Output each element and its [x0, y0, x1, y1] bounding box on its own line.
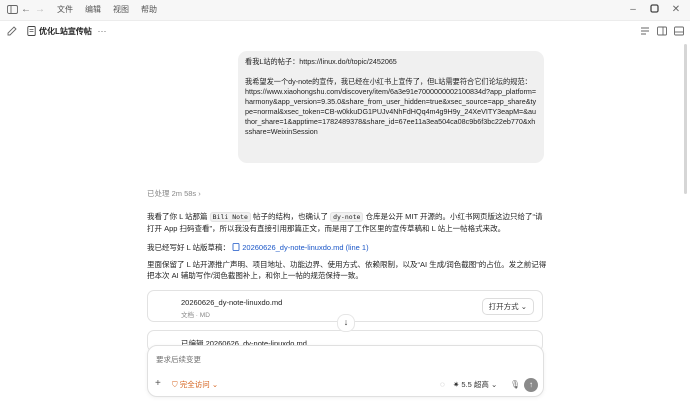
close-icon[interactable]: ✕: [670, 4, 682, 16]
access-label: 完全访问: [179, 380, 210, 389]
chevron-down-icon: ⌄: [520, 302, 527, 311]
more-options-icon[interactable]: ···: [96, 25, 108, 37]
file-link[interactable]: 20260626_dy-note-linuxdo.md (line 1): [242, 243, 368, 252]
assistant-paragraph: 我看了你 L 站那篇 Bili Note 帖子的结构，也确认了 dy-note …: [147, 211, 547, 234]
file-name: 20260626_dy-note-linuxdo.md: [181, 298, 283, 307]
user-message-line: 我希望发一个dy-note的宣传，我已经在小红书上宣传了，但L站需要符合它们论坛…: [245, 77, 532, 86]
text-span: 帖子的结构，也确认了: [252, 212, 328, 221]
file-link-icon: [232, 243, 242, 252]
shield-icon: ⛉: [172, 380, 178, 389]
plus-icon[interactable]: +: [155, 379, 161, 389]
model-selector[interactable]: ✷ 5.5 超高 ⌄: [453, 380, 497, 390]
user-message-bubble: 看我L站的帖子：https://linux.do/t/topic/2452065…: [238, 51, 544, 163]
title-bar: ← → 文件 编辑 视图 帮助 – ✕: [0, 0, 690, 21]
compose-icon[interactable]: [6, 26, 18, 38]
chevron-down-icon: ⌄: [211, 380, 219, 389]
file-meta: 文档 · MD: [181, 312, 210, 319]
loading-spinner-icon: ◌: [440, 380, 445, 389]
sidebar-toggle-icon[interactable]: [6, 4, 18, 16]
text-span: 我已经写好 L 站版草稿：: [147, 243, 231, 252]
conversation-title: 优化L站宣传帖: [39, 27, 92, 36]
inline-code: dy-note: [330, 212, 364, 222]
menu-edit[interactable]: 编辑: [85, 4, 101, 16]
scrollbar[interactable]: [684, 44, 687, 194]
chevron-right-icon: ›: [198, 189, 201, 198]
text-span: 我看了你 L 站那篇: [147, 212, 208, 221]
document-icon: [25, 26, 37, 38]
user-message-line: 看我L站的帖子：https://linux.do/t/topic/2452065: [245, 57, 397, 66]
prompt-input[interactable]: [154, 352, 528, 366]
minimize-icon[interactable]: –: [627, 4, 639, 16]
assistant-paragraph: 里面保留了 L 站开源推广声明、项目地址、功能边界、使用方式、依赖限制，以及“A…: [147, 259, 547, 281]
menu-help[interactable]: 帮助: [141, 4, 157, 16]
microphone-icon[interactable]: 🎙︎: [510, 380, 520, 390]
full-access-toggle[interactable]: ⛉ 完全访问 ⌄: [172, 380, 218, 390]
processed-label: 已处理 2m 58s: [147, 189, 197, 198]
model-label: 5.5: [461, 380, 472, 389]
conversation-toolbar: ···: [0, 20, 690, 42]
chevron-down-icon: ⌄: [491, 380, 498, 389]
scroll-down-button[interactable]: ↓: [337, 314, 355, 332]
text-span: 里面保留了 L 站开源推广声明、项目地址、功能边界、使用方式、依赖限制，以及“A…: [147, 260, 547, 280]
back-arrow-icon[interactable]: ←: [20, 4, 32, 16]
tasks-icon[interactable]: [639, 26, 651, 38]
inline-code: Bili Note: [209, 212, 251, 222]
split-view-icon[interactable]: [656, 26, 668, 38]
sparkle-icon: ✷: [453, 380, 460, 389]
assistant-paragraph: 我已经写好 L 站版草稿： 20260626_dy-note-linuxdo.m…: [147, 242, 547, 253]
menu-file[interactable]: 文件: [57, 4, 73, 16]
user-message-url: https://www.xiaohongshu.com/discovery/it…: [245, 87, 537, 136]
processed-time[interactable]: 已处理 2m 58s ›: [147, 188, 201, 199]
send-button[interactable]: ↑: [524, 378, 538, 392]
open-with-label: 打开方式: [488, 302, 519, 311]
maximize-icon[interactable]: [648, 4, 660, 16]
forward-arrow-icon[interactable]: →: [34, 4, 46, 16]
composer[interactable]: + ⛉ 完全访问 ⌄ ◌ ✷ 5.5 超高 ⌄ 🎙︎ ↑: [147, 345, 544, 397]
menu-view[interactable]: 视图: [113, 4, 129, 16]
speed-label: 超高: [473, 380, 489, 389]
panel-icon[interactable]: [673, 26, 685, 38]
open-with-button[interactable]: 打开方式 ⌄: [481, 298, 534, 315]
